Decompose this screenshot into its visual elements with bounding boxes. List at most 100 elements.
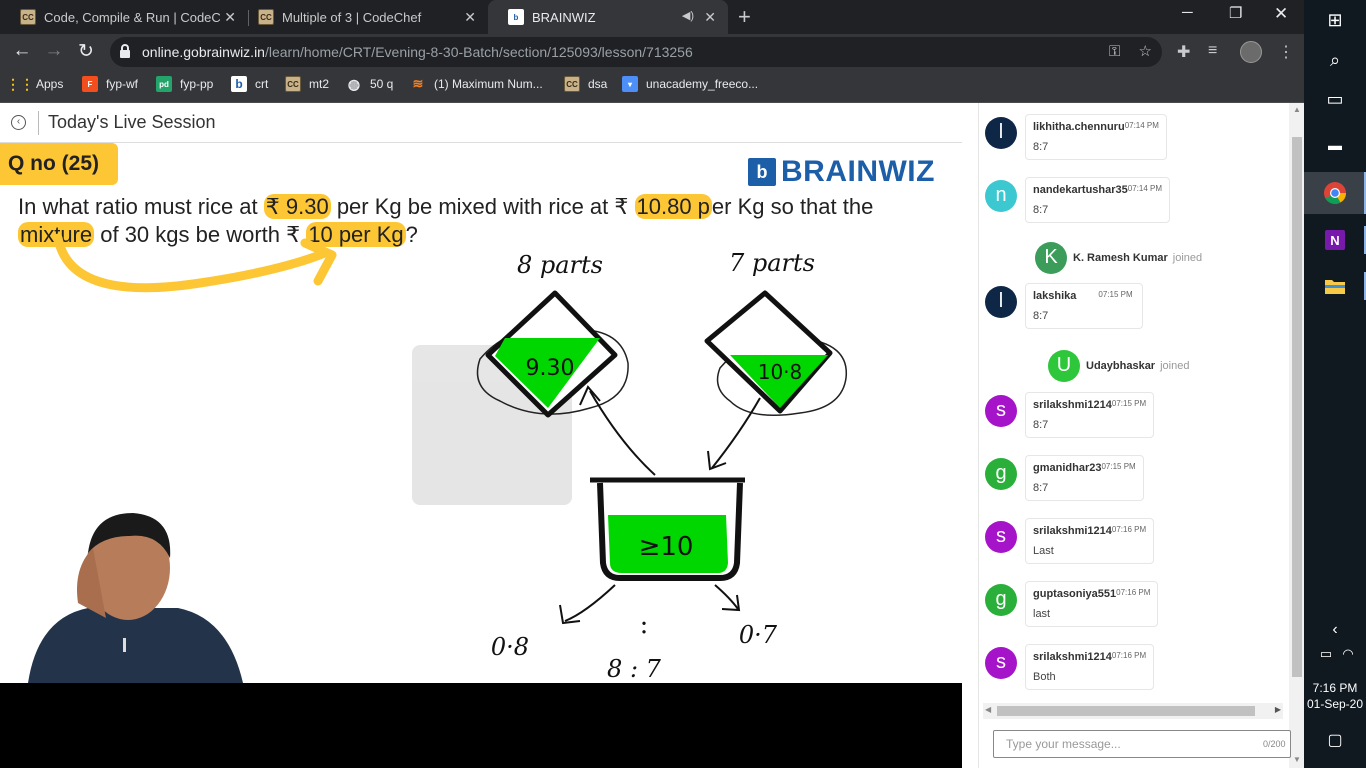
terminal-icon[interactable]: ▬ xyxy=(1323,133,1347,157)
tab-brainwiz[interactable]: b BRAINWIZ ◀) ✕ xyxy=(488,0,728,34)
chrome-logo xyxy=(1324,182,1346,204)
horizontal-scroll-thumb[interactable] xyxy=(997,706,1255,716)
chat-message-input[interactable] xyxy=(993,730,1291,758)
message-bubble: lakshika 07:15 PM 8:7 xyxy=(1025,283,1143,329)
message-text: last xyxy=(1033,608,1051,620)
tab-title: BRAINWIZ xyxy=(532,9,596,25)
diff-right: 0·7 xyxy=(739,621,778,649)
username: gmanidhar23 xyxy=(1033,462,1102,474)
vertical-scroll-thumb[interactable] xyxy=(1292,137,1302,677)
bookmark-mt2[interactable]: CC mt2 xyxy=(285,76,329,92)
close-tab-icon[interactable]: ✕ xyxy=(224,9,236,26)
presenter-shirt xyxy=(28,608,243,683)
char-count: 0/200 xyxy=(1263,739,1286,749)
bookmark-apps[interactable]: ⋮⋮ Apps xyxy=(6,75,63,92)
timestamp: 07:14 PM xyxy=(1124,121,1159,130)
tab-codechef-multiple[interactable]: CC Multiple of 3 | CodeChef ✕ xyxy=(238,0,488,34)
bookmark-crt[interactable]: b crt xyxy=(231,76,268,92)
close-window-icon[interactable]: ✕ xyxy=(1274,4,1288,24)
chat-messages[interactable]: l likhitha.chennuru07:14 PM 8:7 n nandek… xyxy=(979,103,1289,703)
unacademy-icon: ▾ xyxy=(622,76,638,92)
left-parts-label: 8 parts xyxy=(517,251,603,279)
price-left: 9.30 xyxy=(526,356,575,381)
chevron-left-icon[interactable]: ‹ xyxy=(1323,618,1347,642)
bookmark-label: mt2 xyxy=(309,77,330,91)
lesson-slide: Q no (25) b BRAINWIZ In what ratio must … xyxy=(0,143,962,683)
battery-icon[interactable]: ▭ xyxy=(1314,642,1338,666)
avatar: s xyxy=(985,395,1017,427)
avatar: K xyxy=(1035,242,1067,274)
vertical-scrollbar[interactable]: ▲ ▼ xyxy=(1289,103,1305,768)
page-title: Today's Live Session xyxy=(48,112,216,132)
bookmark-label: unacademy_freeco... xyxy=(646,77,759,91)
new-tab-icon[interactable]: + xyxy=(738,4,751,30)
codechef-icon: CC xyxy=(564,76,580,92)
bookmark-fyp-pp[interactable]: pd fyp-pp xyxy=(156,76,213,92)
timestamp: 07:16 PM xyxy=(1111,525,1147,534)
system-clock[interactable]: 7:16 PM 01-Sep-20 xyxy=(1304,680,1366,712)
message-text: 8:7 xyxy=(1033,310,1049,322)
forward-arrow-icon[interactable]: → xyxy=(42,40,66,62)
message-username: likhitha.chennuru07:14 PM xyxy=(1033,121,1159,133)
minimize-icon[interactable]: ─ xyxy=(1182,4,1193,21)
bookmark-label: (1) Maximum Num... xyxy=(434,77,543,91)
windows-start-icon[interactable]: ⊞ xyxy=(1323,8,1347,32)
session-header: ‹ Today's Live Session xyxy=(0,103,962,143)
scroll-up-icon[interactable]: ▲ xyxy=(1293,105,1301,114)
clock-time: 7:16 PM xyxy=(1312,681,1358,695)
message-username: lakshika 07:15 PM xyxy=(1033,290,1135,302)
bookmark-dsa[interactable]: CC dsa xyxy=(564,76,607,92)
lock-icon xyxy=(120,44,130,58)
bookmark-maximum-num[interactable]: ≋ (1) Maximum Num... xyxy=(410,76,543,92)
star-icon[interactable]: ☆ xyxy=(1139,43,1152,60)
stackoverflow-icon: ≋ xyxy=(412,76,424,91)
notification-icon[interactable]: ▢ xyxy=(1323,728,1347,752)
message-text: 8:7 xyxy=(1033,482,1049,494)
message-bubble: likhitha.chennuru07:14 PM 8:7 xyxy=(1025,114,1167,160)
restore-icon[interactable]: ❐ xyxy=(1229,4,1242,22)
reload-icon[interactable]: ↻ xyxy=(74,40,98,63)
address-bar[interactable]: online.gobrainwiz.in/learn/home/CRT/Even… xyxy=(110,37,1162,67)
file-explorer-icon[interactable] xyxy=(1323,274,1347,298)
onenote-icon[interactable]: N xyxy=(1323,228,1347,252)
close-tab-icon[interactable]: ✕ xyxy=(464,9,476,26)
wifi-icon[interactable]: ◠ xyxy=(1336,642,1360,666)
codechef-icon: CC xyxy=(258,9,274,25)
bookmark-50q[interactable]: ◍ 50 q xyxy=(346,76,393,92)
extensions-puzzle-icon[interactable]: ✚ xyxy=(1177,42,1190,62)
close-tab-icon[interactable]: ✕ xyxy=(704,9,716,26)
arrow-lower-left xyxy=(564,584,616,622)
url-text[interactable]: online.gobrainwiz.in/learn/home/CRT/Even… xyxy=(142,44,693,60)
scroll-right-icon[interactable]: ▶ xyxy=(1275,705,1281,714)
username: nandekartushar35 xyxy=(1033,184,1128,196)
bookmark-unacademy[interactable]: ▾ unacademy_freeco... xyxy=(622,76,758,92)
codechef-icon: CC xyxy=(20,9,36,25)
task-view-icon[interactable]: ▭ xyxy=(1323,87,1347,111)
back-circle-icon[interactable]: ‹ xyxy=(11,115,26,130)
speaker-icon[interactable]: ◀) xyxy=(682,9,694,22)
browser-chrome: CC Code, Compile & Run | CodeChef ✕ CC M… xyxy=(0,0,1304,103)
profile-avatar[interactable] xyxy=(1240,41,1262,63)
scroll-down-icon[interactable]: ▼ xyxy=(1293,755,1301,764)
avatar: g xyxy=(985,584,1017,616)
scroll-left-icon[interactable]: ◀ xyxy=(985,705,991,714)
tab-codechef-compile[interactable]: CC Code, Compile & Run | CodeChef ✕ xyxy=(0,0,248,34)
message-username: srilakshmi121407:16 PM xyxy=(1033,525,1146,537)
bookmark-label: fyp-wf xyxy=(106,77,139,91)
username: guptasoniya551 xyxy=(1033,588,1117,600)
message-username: gmanidhar2307:15 PM xyxy=(1033,462,1136,474)
timestamp: 07:14 PM xyxy=(1127,184,1163,193)
avatar: g xyxy=(985,458,1017,490)
username: srilakshmi1214 xyxy=(1033,525,1112,537)
menu-kebab-icon[interactable]: ⋮ xyxy=(1278,42,1294,62)
media-control-icon[interactable]: ≡ xyxy=(1208,42,1217,60)
bookmark-fyp-wf[interactable]: F fyp-wf xyxy=(82,76,138,92)
back-arrow-icon[interactable]: ← xyxy=(10,40,34,62)
chrome-icon[interactable] xyxy=(1323,181,1347,205)
page-content: ‹ Today's Live Session Q no (25) b BRAIN… xyxy=(0,103,1305,768)
apps-grid-icon: ⋮⋮ xyxy=(6,75,34,92)
avatar: s xyxy=(985,647,1017,679)
search-icon[interactable]: ⌕ xyxy=(1323,48,1347,72)
key-icon[interactable]: ⚿ xyxy=(1109,43,1120,60)
horizontal-scrollbar[interactable]: ◀ ▶ xyxy=(983,703,1283,719)
